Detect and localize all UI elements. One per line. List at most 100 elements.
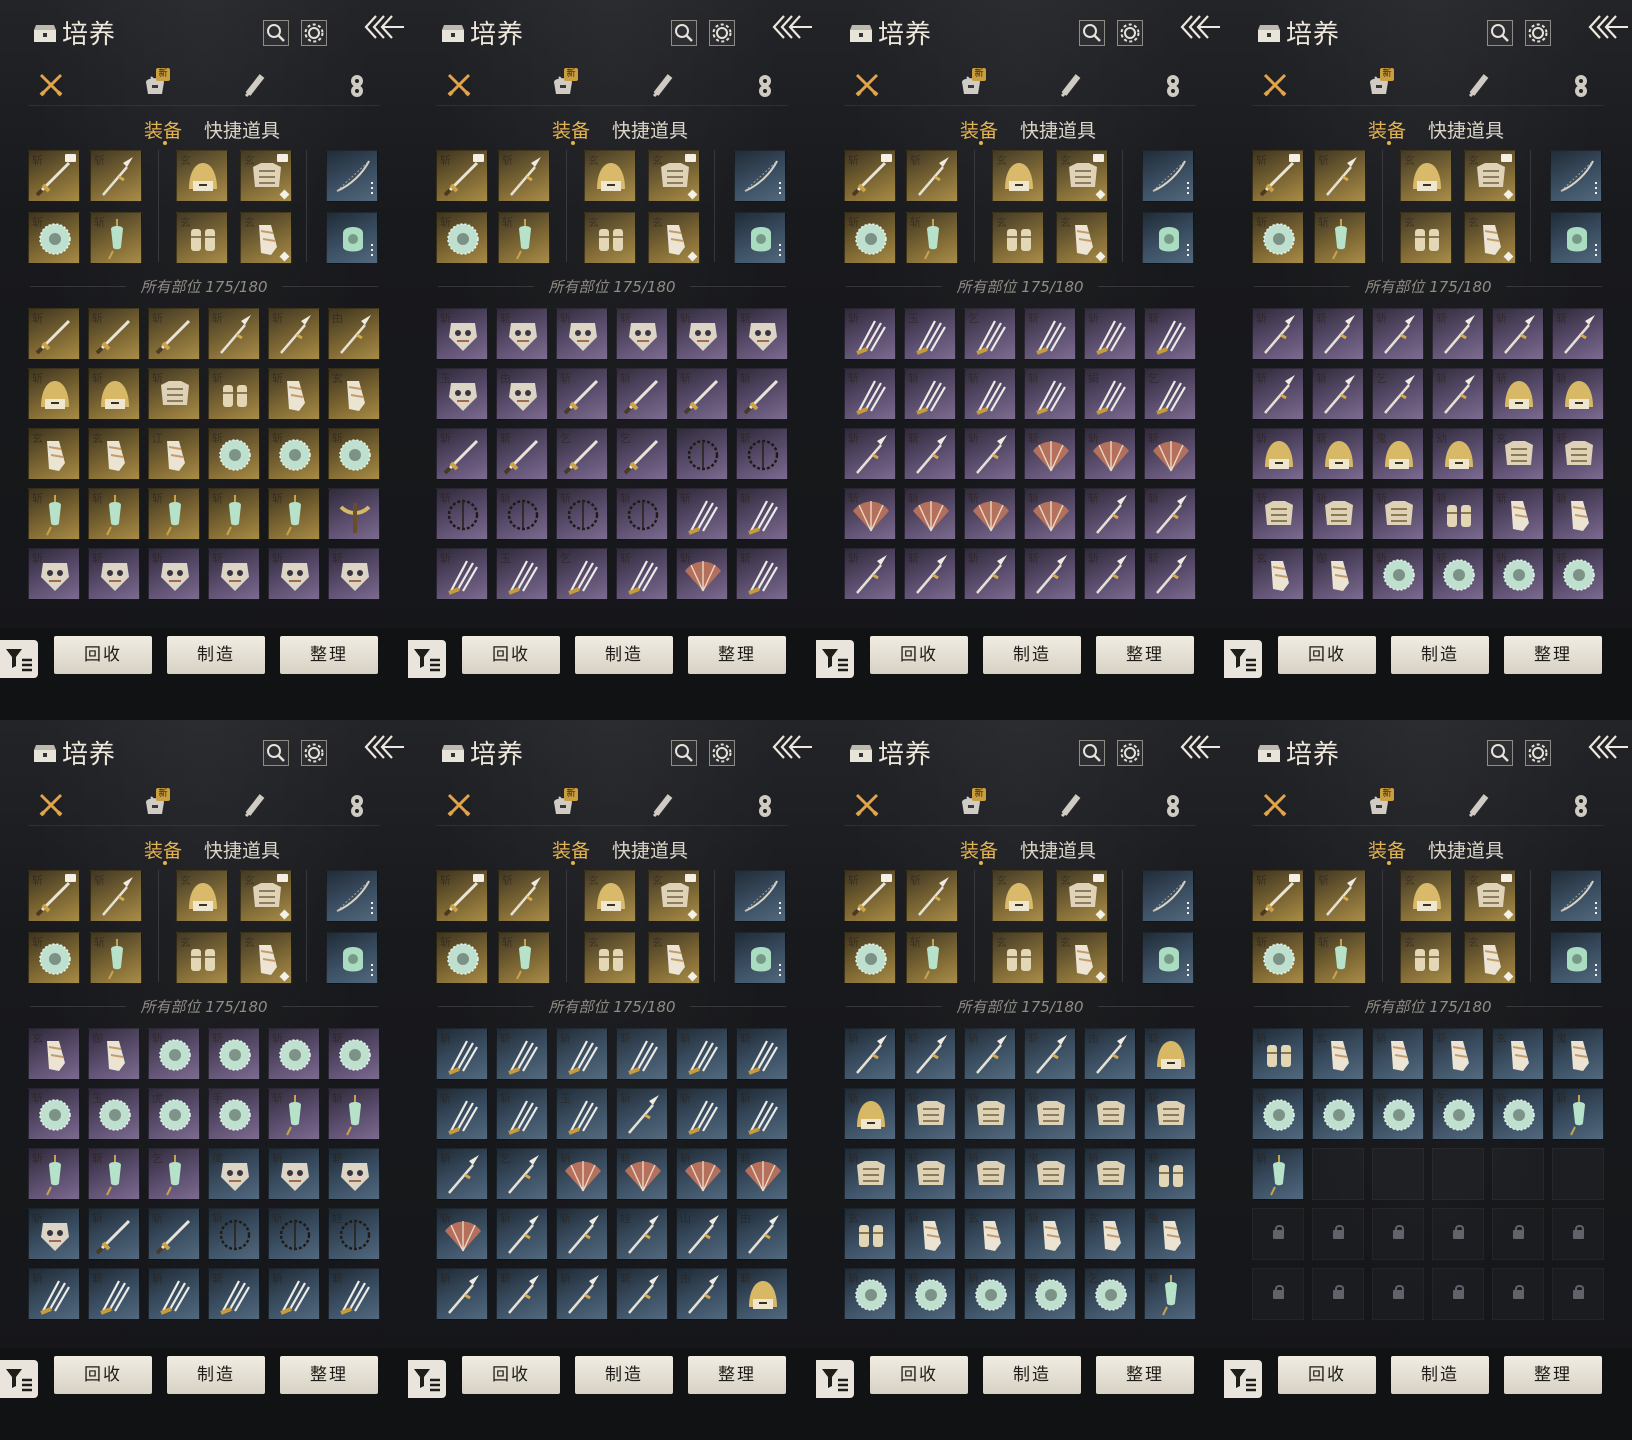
item-slot[interactable]: 斩 [1492,308,1544,360]
item-slot[interactable]: 斩 [268,548,320,600]
item-slot[interactable]: 斩 [904,1268,956,1320]
equipped-slot[interactable]: 玄 [1464,932,1516,984]
item-slot[interactable]: 斩 [328,1028,380,1080]
equipped-slot[interactable] [734,150,786,202]
equipped-slot[interactable] [326,870,378,922]
item-slot[interactable]: 斩 [904,1208,956,1260]
equipped-slot[interactable]: 玄 [176,870,228,922]
item-slot[interactable]: 斩 [268,368,320,420]
item-slot[interactable]: 斩 [1312,488,1364,540]
item-slot[interactable]: 玄 [1492,428,1544,480]
tab-equipment[interactable]: 装备 [1368,116,1406,143]
empty-slot[interactable] [1312,1148,1364,1200]
tab-scrolls[interactable] [1464,790,1494,820]
item-slot[interactable]: 斩 [736,428,788,480]
item-slot[interactable]: 斩 [1252,1148,1304,1200]
item-slot[interactable]: 斩 [1312,428,1364,480]
settings-button[interactable] [1117,20,1143,46]
item-slot[interactable]: 斩 [676,1028,728,1080]
item-slot[interactable]: 斩 [616,368,668,420]
item-slot[interactable]: 斩 [328,1268,380,1320]
item-slot[interactable]: 斩 [328,1148,380,1200]
equipped-slot[interactable]: 玄 [1056,870,1108,922]
item-slot[interactable]: 斩 [844,428,896,480]
item-slot[interactable]: 娟 [1084,368,1136,420]
item-slot[interactable]: 斩 [1372,308,1424,360]
item-slot[interactable]: 斩 [736,488,788,540]
item-slot[interactable]: 斩 [964,1148,1016,1200]
settings-button[interactable] [301,20,327,46]
item-slot[interactable]: 斩 [1372,548,1424,600]
item-slot[interactable]: 斩 [1492,488,1544,540]
item-slot[interactable]: 乞 [556,548,608,600]
item-slot[interactable]: 斩 [1432,308,1484,360]
equipped-slot[interactable] [734,932,786,984]
item-slot[interactable]: 斩 [1372,1028,1424,1080]
item-slot[interactable]: 斩 [1312,1088,1364,1140]
item-slot[interactable]: 娃 [616,1208,668,1260]
item-slot[interactable]: 乞 [1432,1088,1484,1140]
item-slot[interactable]: 斩 [616,308,668,360]
item-slot[interactable]: 斩 [844,488,896,540]
tab-scrolls[interactable] [240,790,270,820]
item-slot[interactable]: 斩 [88,548,140,600]
item-slot[interactable]: 斩 [1144,1148,1196,1200]
equipped-slot[interactable]: 斩 [1252,932,1304,984]
item-slot[interactable]: 斩 [1252,1028,1304,1080]
item-slot[interactable]: 玉 [436,368,488,420]
equipped-slot[interactable] [1550,870,1602,922]
item-slot[interactable]: 斩 [904,1088,956,1140]
tab-tokens[interactable] [1566,70,1596,100]
equipped-slot[interactable] [1142,932,1194,984]
item-slot[interactable]: 斩 [964,488,1016,540]
filter-button[interactable] [816,640,854,678]
search-button[interactable] [671,20,697,46]
equipped-slot[interactable]: 斩 [436,150,488,202]
item-slot[interactable]: 斩 [736,548,788,600]
tab-tokens[interactable] [1158,70,1188,100]
craft-button[interactable]: 制造 [983,1356,1081,1394]
empty-slot[interactable] [1432,1148,1484,1200]
item-slot[interactable]: 斩 [436,1268,488,1320]
tab-scrolls[interactable] [240,70,270,100]
search-button[interactable] [1487,740,1513,766]
equipped-slot[interactable] [1550,212,1602,264]
item-slot[interactable]: 斩 [88,1268,140,1320]
tab-items[interactable]: 新 [1364,788,1394,820]
item-slot[interactable]: 乞 [496,1148,548,1200]
item-slot[interactable]: 御 [1312,548,1364,600]
tab-weapons[interactable] [852,70,882,100]
item-slot[interactable]: 斩 [496,1088,548,1140]
equipped-slot[interactable]: 斩 [844,150,896,202]
item-slot[interactable]: 斩 [148,368,200,420]
tab-equipment[interactable]: 装备 [552,836,590,863]
item-slot[interactable]: 玄 [1084,1208,1136,1260]
craft-button[interactable]: 制造 [167,636,265,674]
equipped-slot[interactable]: 斩 [498,870,550,922]
item-slot[interactable]: 江 [148,428,200,480]
item-slot[interactable]: 斩 [676,308,728,360]
item-slot[interactable]: 斩 [1492,548,1544,600]
craft-button[interactable]: 制造 [167,1356,265,1394]
item-slot[interactable]: 斩 [904,548,956,600]
tab-scrolls[interactable] [1056,790,1086,820]
item-slot[interactable]: 斩 [208,1268,260,1320]
item-slot[interactable]: 斩 [1084,428,1136,480]
equipped-slot[interactable]: 玄 [1464,212,1516,264]
item-slot[interactable]: 斩 [328,428,380,480]
equipped-slot[interactable] [1142,212,1194,264]
item-slot[interactable]: 斩 [616,488,668,540]
item-slot[interactable]: 由 [676,1268,728,1320]
equipped-slot[interactable]: 玄 [1056,932,1108,984]
tab-items[interactable]: 新 [956,788,986,820]
tab-equipment[interactable]: 装备 [960,116,998,143]
tab-tokens[interactable] [342,790,372,820]
item-slot[interactable]: 斩 [1372,488,1424,540]
item-slot[interactable]: 斩 [1552,428,1604,480]
item-slot[interactable]: 斩 [1084,308,1136,360]
tab-equipment[interactable]: 装备 [144,116,182,143]
item-slot[interactable]: 斩 [88,488,140,540]
item-slot[interactable]: 鬼 [1024,1148,1076,1200]
item-slot[interactable]: 斩 [28,548,80,600]
item-slot[interactable]: 乞 [1144,368,1196,420]
